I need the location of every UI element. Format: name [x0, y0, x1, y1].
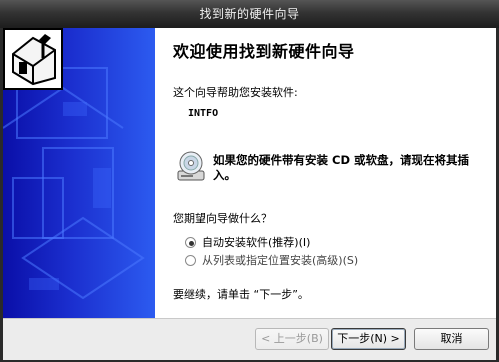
option-auto-install-label: 自动安装软件(推荐)(I) — [202, 236, 311, 249]
page-title: 欢迎使用找到新硬件向导 — [173, 42, 355, 61]
option-advanced-install-label: 从列表或指定位置安装(高级)(S) — [202, 254, 359, 267]
window-title: 找到新的硬件向导 — [199, 7, 300, 21]
title-bar[interactable]: 找到新的硬件向导 — [0, 0, 499, 28]
option-auto-install[interactable]: 自动安装软件(推荐)(I) — [185, 234, 310, 250]
back-button[interactable]: < 上一步(B) — [255, 328, 329, 350]
wizard-content: 欢迎使用找到新硬件向导 这个向导帮助您安装软件: INTFO 如果您的硬件带有安… — [171, 28, 491, 318]
device-name: INTFO — [188, 108, 219, 119]
radio-advanced-install[interactable] — [185, 254, 196, 266]
button-bar: < 上一步(B) 下一步(N) > 取消 — [3, 318, 496, 360]
cd-drive-icon — [177, 151, 205, 181]
cd-prompt-row: 如果您的硬件带有安装 CD 或软盘，请现在将其插入。 — [177, 151, 477, 191]
question-text: 您期望向导做什么？ — [173, 212, 272, 225]
wizard-banner — [3, 28, 155, 318]
wizard-window: 欢迎使用找到新硬件向导 这个向导帮助您安装软件: INTFO 如果您的硬件带有安… — [3, 28, 496, 360]
hardware-installer-icon — [3, 28, 63, 90]
cd-prompt-text: 如果您的硬件带有安装 CD 或软盘，请现在将其插入。 — [213, 153, 469, 182]
next-button[interactable]: 下一步(N) > — [331, 328, 406, 350]
continue-hint: 要继续，请单击 “下一步”。 — [173, 288, 309, 301]
cancel-button[interactable]: 取消 — [414, 328, 489, 350]
radio-auto-install[interactable] — [185, 236, 196, 248]
option-advanced-install[interactable]: 从列表或指定位置安装(高级)(S) — [185, 252, 358, 268]
intro-text: 这个向导帮助您安装软件: — [173, 86, 298, 99]
